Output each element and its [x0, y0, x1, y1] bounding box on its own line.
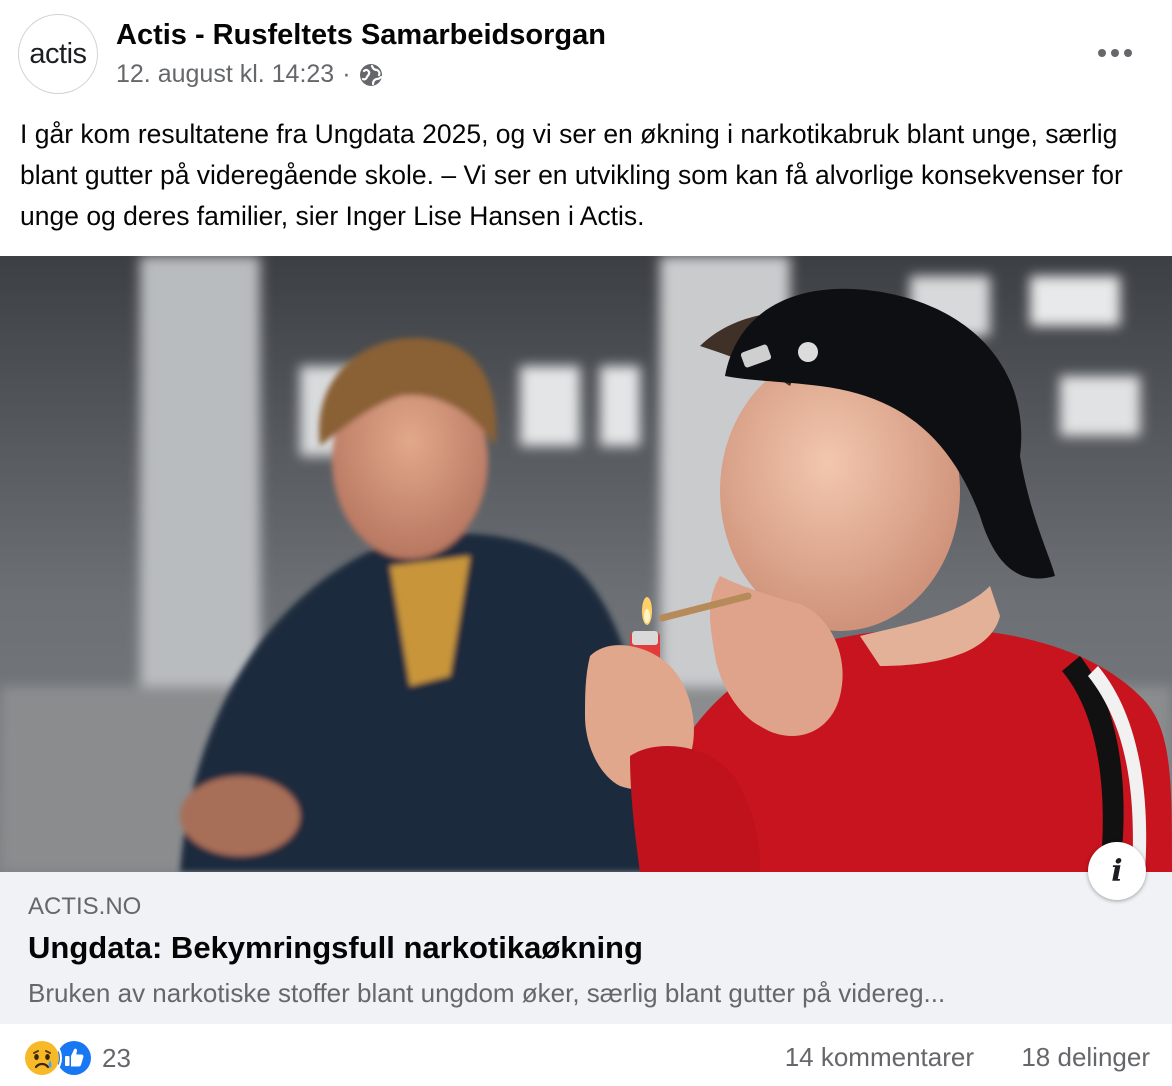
post-image[interactable] [0, 256, 1172, 872]
reaction-count[interactable]: 23 [102, 1043, 131, 1074]
link-preview-card[interactable]: ACTIS.NO Ungdata: Bekymringsfull narkoti… [0, 872, 1172, 1024]
page-avatar[interactable]: actis [18, 14, 98, 94]
avatar-logo-text: actis [29, 37, 87, 70]
link-title[interactable]: Ungdata: Bekymringsfull narkotikaøkning [28, 930, 643, 966]
more-options-icon[interactable] [1092, 30, 1138, 76]
post-text: I går kom resultatene fra Ungdata 2025, … [20, 119, 1123, 231]
page-name-link[interactable]: Actis - Rusfeltets Samarbeidsorgan [116, 19, 606, 52]
info-icon[interactable]: i [1088, 842, 1146, 900]
post-meta: 12. august kl. 14:23 · [116, 60, 384, 89]
meta-separator: · [342, 60, 351, 88]
reaction-summary[interactable]: 23 [22, 1038, 131, 1078]
info-icon-glyph: i [1111, 853, 1123, 889]
sad-reaction-icon [22, 1038, 62, 1078]
engagement-bar: 23 14 kommentarer 18 delinger [0, 1024, 1172, 1086]
link-domain: ACTIS.NO [28, 893, 142, 920]
post-header: actis Actis - Rusfeltets Samarbeidsorgan… [0, 0, 1172, 110]
comments-count[interactable]: 14 kommentarer [785, 1042, 974, 1073]
globe-icon[interactable] [358, 62, 384, 88]
post-timestamp[interactable]: 12. august kl. 14:23 [116, 60, 334, 89]
shares-count[interactable]: 18 delinger [1021, 1042, 1150, 1073]
link-description: Bruken av narkotiske stoffer blant ungdo… [28, 978, 946, 1008]
